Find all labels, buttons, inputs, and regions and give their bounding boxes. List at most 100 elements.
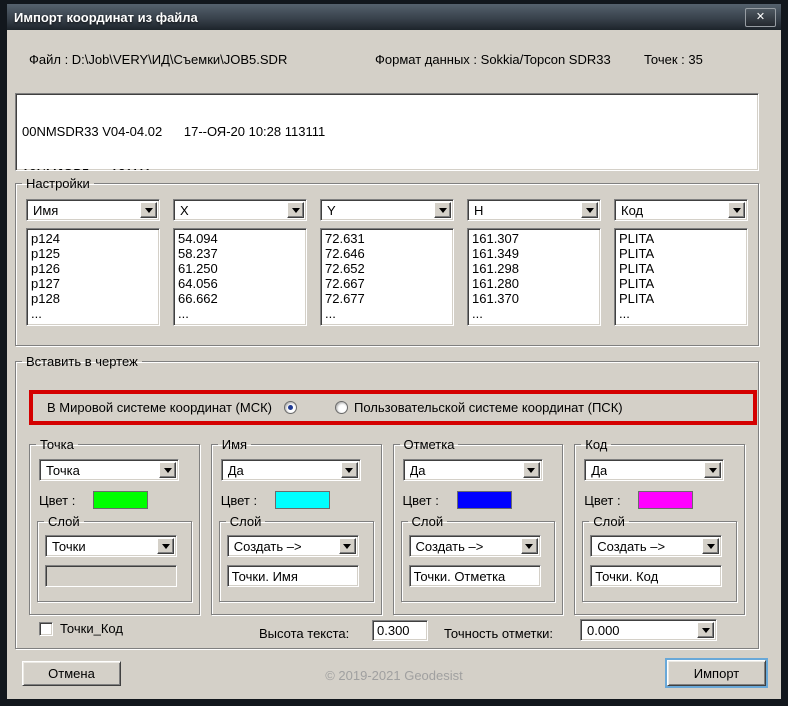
dropdown-button[interactable] xyxy=(702,538,719,554)
list-item[interactable]: 72.652 xyxy=(322,261,452,276)
list-item[interactable]: 72.631 xyxy=(322,231,452,246)
import-button[interactable]: Импорт xyxy=(667,660,766,686)
elevation-group-title: Отметка xyxy=(400,437,459,452)
combo-value: Имя xyxy=(33,203,58,218)
dropdown-button[interactable] xyxy=(434,202,451,218)
elevation-enabled-select[interactable]: Да xyxy=(403,459,543,481)
point-layer-name-input xyxy=(45,565,177,587)
file-path-label: Файл : D:\Job\VERY\ИД\Съемки\JOB5.SDR xyxy=(29,52,287,67)
list-item[interactable]: ... xyxy=(322,306,452,321)
list-item[interactable]: 72.646 xyxy=(322,246,452,261)
h-field-select[interactable]: H xyxy=(467,199,601,221)
combo-value: Создать –> xyxy=(416,539,484,554)
x-values-list[interactable]: 54.094 58.237 61.250 64.056 66.662 ... xyxy=(173,228,307,326)
list-item[interactable]: PLITA xyxy=(616,261,746,276)
file-preview[interactable]: 00NMSDR33 V04-04.02 17--ОЯ-20 10:28 1131… xyxy=(15,93,759,171)
list-item[interactable]: p125 xyxy=(28,246,158,261)
column-code: Код PLITA PLITA PLITA PLITA PLITA ... xyxy=(614,199,748,326)
list-item[interactable]: ... xyxy=(469,306,599,321)
name-layer-select[interactable]: Создать –> xyxy=(227,535,359,557)
list-item[interactable]: 72.667 xyxy=(322,276,452,291)
ucs-radio[interactable] xyxy=(335,401,348,414)
list-item[interactable]: p126 xyxy=(28,261,158,276)
color-label: Цвет : xyxy=(403,493,449,508)
list-item[interactable]: PLITA xyxy=(616,291,746,306)
point-color-swatch[interactable] xyxy=(93,491,148,509)
dropdown-button[interactable] xyxy=(341,462,358,478)
text-height-input[interactable] xyxy=(372,620,428,641)
dropdown-button[interactable] xyxy=(523,462,540,478)
list-item[interactable]: 61.250 xyxy=(175,261,305,276)
dropdown-button[interactable] xyxy=(140,202,157,218)
elevation-layer-group: Слой Создать –> xyxy=(401,514,556,602)
list-item[interactable]: 161.298 xyxy=(469,261,599,276)
layer-group-title: Слой xyxy=(408,514,448,529)
wcs-radio[interactable] xyxy=(284,401,297,414)
code-field-select[interactable]: Код xyxy=(614,199,748,221)
point-layer-select[interactable]: Точки xyxy=(45,535,177,557)
code-layer-group: Слой Создать –> xyxy=(582,514,737,602)
chevron-down-icon xyxy=(345,468,353,477)
x-field-select[interactable]: X xyxy=(173,199,307,221)
h-values-list[interactable]: 161.307 161.349 161.298 161.280 161.370 … xyxy=(467,228,601,326)
elevation-layer-name-input[interactable] xyxy=(409,565,541,587)
dropdown-button[interactable] xyxy=(704,462,721,478)
list-item[interactable]: p124 xyxy=(28,231,158,246)
name-field-select[interactable]: Имя xyxy=(26,199,160,221)
list-item[interactable]: 161.349 xyxy=(469,246,599,261)
dialog-window: Импорт координат из файла ✕ Файл : D:\Jo… xyxy=(0,0,788,706)
dropdown-button[interactable] xyxy=(159,462,176,478)
combo-value: Точки xyxy=(52,539,86,554)
dropdown-button[interactable] xyxy=(521,538,538,554)
list-item[interactable]: PLITA xyxy=(616,231,746,246)
dropdown-button[interactable] xyxy=(287,202,304,218)
combo-value: Создать –> xyxy=(234,539,302,554)
elevation-color-swatch[interactable] xyxy=(457,491,512,509)
insert-options-row: Точка Точка Цвет : Слой Точки xyxy=(29,437,745,615)
list-item[interactable]: 161.280 xyxy=(469,276,599,291)
elevation-layer-select[interactable]: Создать –> xyxy=(409,535,541,557)
dropdown-button[interactable] xyxy=(728,202,745,218)
close-button[interactable]: ✕ xyxy=(745,8,776,27)
combo-value: Y xyxy=(327,203,336,218)
chevron-down-icon xyxy=(702,628,710,637)
chevron-down-icon xyxy=(439,208,447,217)
list-item[interactable]: p127 xyxy=(28,276,158,291)
name-color-swatch[interactable] xyxy=(275,491,330,509)
name-enabled-select[interactable]: Да xyxy=(221,459,361,481)
list-item[interactable]: 72.677 xyxy=(322,291,452,306)
chevron-down-icon xyxy=(586,208,594,217)
dialog-body: Файл : D:\Job\VERY\ИД\Съемки\JOB5.SDR Фо… xyxy=(7,30,781,699)
list-item[interactable]: ... xyxy=(28,306,158,321)
list-item[interactable]: ... xyxy=(175,306,305,321)
list-item[interactable]: p128 xyxy=(28,291,158,306)
list-item[interactable]: PLITA xyxy=(616,246,746,261)
dropdown-button[interactable] xyxy=(157,538,174,554)
list-item[interactable]: ... xyxy=(616,306,746,321)
dropdown-button[interactable] xyxy=(339,538,356,554)
list-item[interactable]: 161.370 xyxy=(469,291,599,306)
list-item[interactable]: 64.056 xyxy=(175,276,305,291)
code-layer-select[interactable]: Создать –> xyxy=(590,535,722,557)
code-values-list[interactable]: PLITA PLITA PLITA PLITA PLITA ... xyxy=(614,228,748,326)
list-item[interactable]: 58.237 xyxy=(175,246,305,261)
list-item[interactable]: 54.094 xyxy=(175,231,305,246)
list-item[interactable]: PLITA xyxy=(616,276,746,291)
point-type-select[interactable]: Точка xyxy=(39,459,179,481)
y-values-list[interactable]: 72.631 72.646 72.652 72.667 72.677 ... xyxy=(320,228,454,326)
dropdown-button[interactable] xyxy=(697,622,714,638)
precision-select[interactable]: 0.000 xyxy=(580,619,717,641)
name-layer-name-input[interactable] xyxy=(227,565,359,587)
combo-value: Да xyxy=(410,463,426,478)
settings-group-title: Настройки xyxy=(22,176,94,191)
points-code-checkbox[interactable] xyxy=(39,622,53,636)
code-color-swatch[interactable] xyxy=(638,491,693,509)
dropdown-button[interactable] xyxy=(581,202,598,218)
list-item[interactable]: 66.662 xyxy=(175,291,305,306)
y-field-select[interactable]: Y xyxy=(320,199,454,221)
list-item[interactable]: 161.307 xyxy=(469,231,599,246)
titlebar[interactable]: Импорт координат из файла ✕ xyxy=(7,4,781,30)
code-layer-name-input[interactable] xyxy=(590,565,722,587)
code-enabled-select[interactable]: Да xyxy=(584,459,724,481)
name-values-list[interactable]: p124 p125 p126 p127 p128 ... xyxy=(26,228,160,326)
